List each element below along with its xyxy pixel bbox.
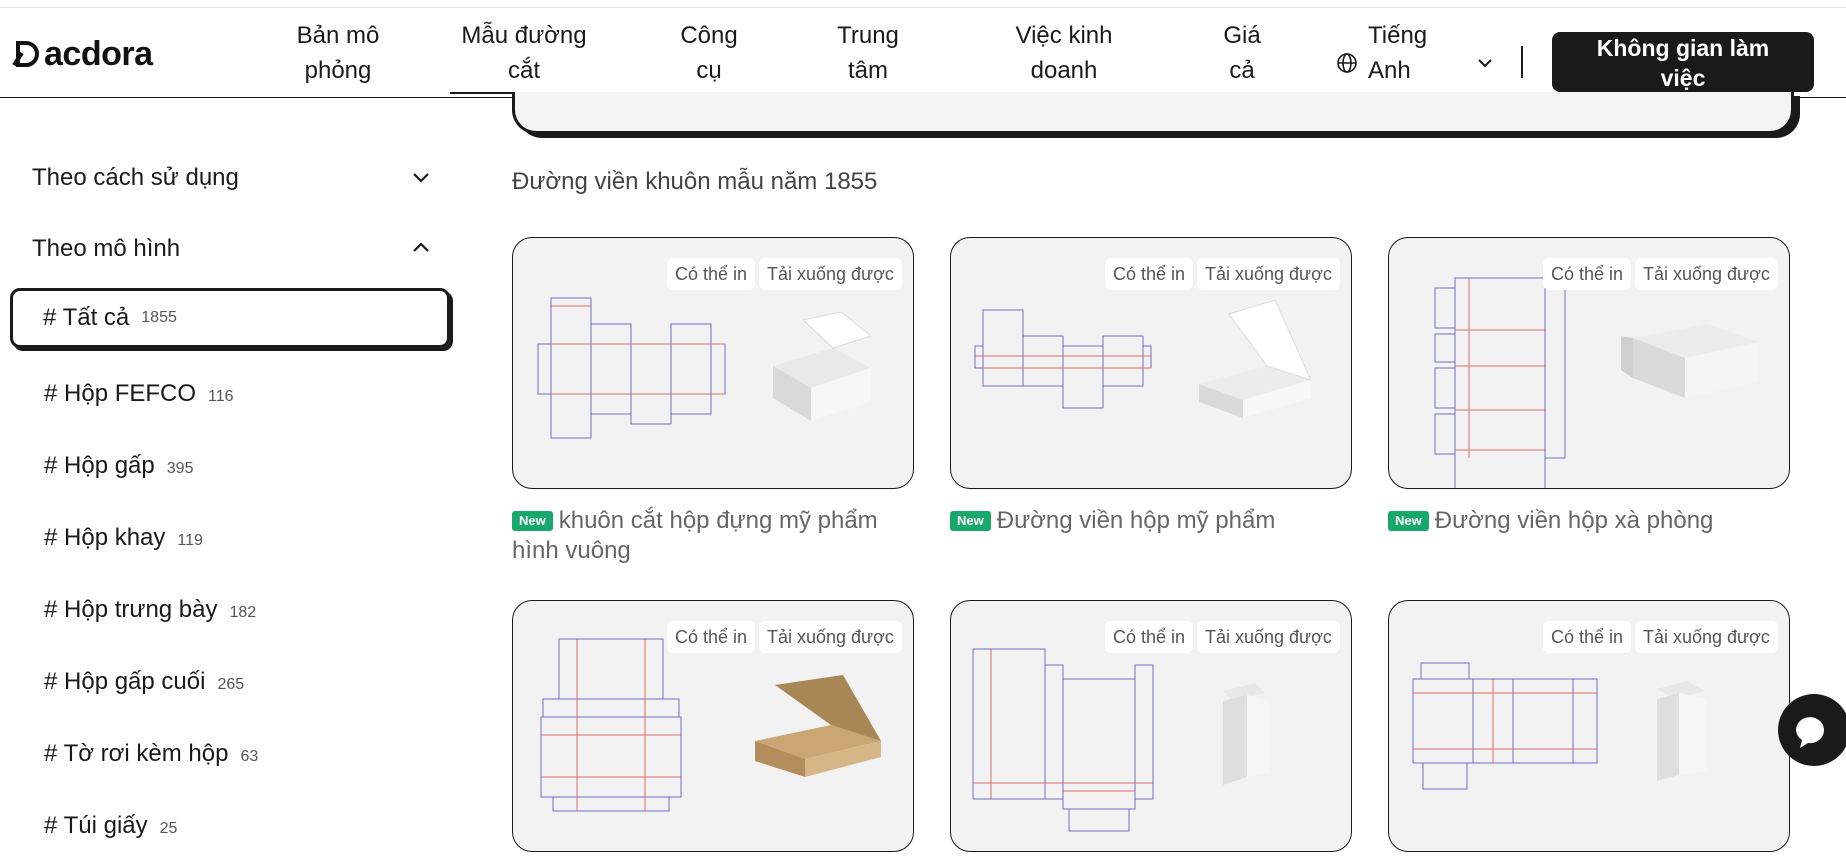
filter-item-count: 182	[229, 604, 257, 621]
filter-item-count: 63	[240, 748, 259, 765]
top-border	[0, 0, 1846, 8]
template-title-text: khuôn cắt hộp đựng mỹ phẩm hình vuông	[512, 507, 878, 564]
filter-group-by-usage[interactable]: Theo cách sử dụng	[32, 164, 239, 192]
template-card[interactable]: Có thể in Tải xuống được	[950, 237, 1352, 489]
language-label: Tiếng	[1368, 22, 1428, 49]
filter-item-fefco[interactable]: # Hộp FEFCO 116	[44, 380, 234, 408]
filter-item-display-box[interactable]: # Hộp trưng bày 182	[44, 596, 256, 624]
section-title: Đường viền khuôn mẫu năm 1855	[512, 168, 878, 195]
badge-downloadable: Tải xuống được	[759, 258, 902, 290]
workspace-button-label: Không gian làm	[1596, 35, 1770, 61]
nav-label: Giá	[1223, 22, 1261, 49]
badge-printable: Có thể in	[667, 258, 756, 290]
filter-item-label: # Tất cả	[43, 304, 130, 331]
chat-button[interactable]	[1778, 694, 1846, 766]
site-header: acdora Bản mô phỏng Mẫu đường cắt Công c…	[0, 8, 1846, 98]
nav-label: doanh	[1030, 57, 1098, 84]
nav-simulation[interactable]: Bản mô phỏng	[268, 18, 408, 88]
filter-item-label: # Hộp FEFCO	[44, 380, 197, 407]
badge-printable: Có thể in	[667, 621, 756, 653]
workspace-button-label: việc	[1660, 65, 1706, 91]
badge-printable: Có thể in	[1105, 258, 1194, 290]
filter-item-label: # Túi giấy	[44, 812, 148, 839]
chevron-up-icon[interactable]	[410, 236, 432, 258]
new-badge: New	[1388, 511, 1429, 531]
nav-dieline-templates[interactable]: Mẫu đường cắt	[450, 18, 598, 94]
nav-pricing[interactable]: Giá cả	[1212, 18, 1272, 88]
brand-name: acdora	[44, 34, 153, 73]
filter-item-paper-bag[interactable]: # Túi giấy 25	[44, 812, 177, 840]
template-card[interactable]: Có thể in Tải xuống được	[512, 237, 914, 489]
language-selector[interactable]: Tiếng Anh	[1336, 18, 1492, 88]
filter-item-folding-box[interactable]: # Hộp gấp 395	[44, 452, 193, 480]
search-panel-bottom	[512, 92, 1794, 134]
chevron-down-icon[interactable]	[410, 166, 432, 188]
nav-center[interactable]: Trung tâm	[830, 18, 906, 88]
filter-item-all[interactable]: # Tất cả 1855	[10, 288, 450, 348]
nav-label: phỏng	[304, 57, 372, 84]
badge-printable: Có thể in	[1543, 258, 1632, 290]
nav-label: cả	[1229, 57, 1255, 84]
chevron-down-icon	[1478, 59, 1492, 68]
filter-item-label: # Tờ rơi kèm hộp	[44, 740, 229, 767]
logo-mark-icon	[12, 41, 39, 67]
badge-downloadable: Tải xuống được	[1197, 621, 1340, 653]
filter-item-tray-box[interactable]: # Hộp khay 119	[44, 524, 203, 552]
filter-item-label: # Hộp trưng bày	[44, 596, 218, 623]
nav-label: Công	[680, 22, 738, 49]
filter-item-count: 265	[217, 676, 245, 693]
template-title[interactable]: New Đường viền hộp mỹ phẩm	[950, 506, 1350, 536]
filter-item-leaflet-box[interactable]: # Tờ rơi kèm hộp 63	[44, 740, 258, 768]
template-card[interactable]: Có thể in Tải xuống được	[1388, 600, 1790, 852]
filter-item-count: 119	[177, 532, 203, 549]
badge-printable: Có thể in	[1543, 621, 1632, 653]
template-title[interactable]: New khuôn cắt hộp đựng mỹ phẩm hình vuông	[512, 506, 912, 566]
template-card[interactable]: Có thể in Tải xuống được	[512, 600, 914, 852]
nav-tools[interactable]: Công cụ	[672, 18, 746, 88]
nav-label: cắt	[507, 57, 540, 84]
template-card[interactable]: Có thể in Tải xuống được	[950, 600, 1352, 852]
filter-group-by-model[interactable]: Theo mô hình	[32, 235, 180, 263]
filter-item-label: # Hộp gấp	[44, 452, 155, 479]
filter-item-count: 25	[159, 820, 178, 837]
badge-printable: Có thể in	[1105, 621, 1194, 653]
badge-downloadable: Tải xuống được	[759, 621, 902, 653]
filter-item-label: # Hộp khay	[44, 524, 166, 551]
filter-item-count: 395	[166, 460, 194, 477]
globe-icon	[1337, 53, 1357, 73]
filter-item-end-fold-box[interactable]: # Hộp gấp cuối 265	[44, 668, 244, 696]
nav-label: Mẫu đường	[461, 22, 587, 49]
language-label: Anh	[1368, 57, 1411, 84]
badge-downloadable: Tải xuống được	[1197, 258, 1340, 290]
template-card[interactable]: Có thể in Tải xuống được	[1388, 237, 1790, 489]
template-title[interactable]: New Đường viền hộp xà phòng	[1388, 506, 1788, 536]
nav-label: Việc kinh	[1015, 22, 1113, 49]
nav-label: tâm	[847, 57, 888, 84]
filter-group-label: Theo cách sử dụng	[32, 164, 239, 191]
divider	[1521, 46, 1523, 78]
badge-downloadable: Tải xuống được	[1635, 621, 1778, 653]
nav-label: Bản mô	[296, 22, 380, 49]
filter-item-count: 1855	[141, 309, 177, 326]
template-title-text: Đường viền hộp xà phòng	[1434, 507, 1714, 534]
logo[interactable]: acdora	[12, 34, 153, 73]
nav-label: cụ	[696, 57, 722, 84]
chat-bubble-icon	[1796, 717, 1824, 748]
filter-item-label: # Hộp gấp cuối	[44, 668, 206, 695]
filter-group-label: Theo mô hình	[32, 235, 181, 262]
badge-downloadable: Tải xuống được	[1635, 258, 1778, 290]
template-title-text: Đường viền hộp mỹ phẩm	[996, 507, 1276, 534]
nav-business[interactable]: Việc kinh doanh	[1004, 18, 1124, 88]
new-badge: New	[512, 511, 553, 531]
nav-label: Trung	[837, 22, 899, 49]
workspace-button[interactable]: Không gian làm việc	[1552, 32, 1814, 92]
filter-item-count: 116	[208, 388, 234, 405]
new-badge: New	[950, 511, 991, 531]
